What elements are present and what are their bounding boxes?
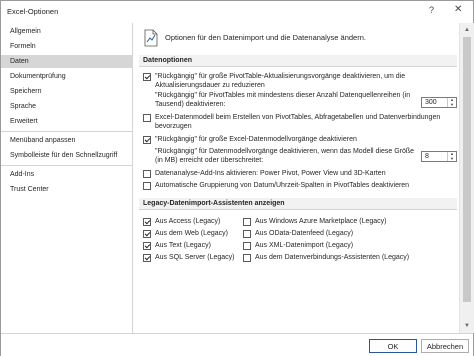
scroll-up-icon[interactable]: ▲ <box>462 25 472 35</box>
dialog-footer: OK Abbrechen <box>1 333 473 356</box>
checkbox-legacy-access[interactable] <box>143 218 151 226</box>
help-icon[interactable]: ? <box>429 5 434 15</box>
sidebar-item-addins[interactable]: Add-Ins <box>1 168 132 181</box>
options-dialog: Excel-Optionen ? ✕ Allgemein Formeln Dat… <box>0 0 474 356</box>
sidebar-item-erweitert[interactable]: Erweitert <box>1 115 132 128</box>
checkbox-enable-addins[interactable] <box>143 170 151 178</box>
checkbox-legacy-xml[interactable] <box>243 242 251 250</box>
close-icon[interactable]: ✕ <box>454 4 462 15</box>
checkbox-disable-undo-pivot[interactable] <box>143 73 151 81</box>
scroll-thumb[interactable] <box>463 37 471 302</box>
options-sidebar: Allgemein Formeln Daten Dokumentprüfung … <box>1 23 133 333</box>
sidebar-item-trust-center[interactable]: Trust Center <box>1 183 132 196</box>
checkbox-legacy-azure[interactable] <box>243 218 251 226</box>
stepper-arrows-icon[interactable]: ▲ ▼ <box>447 151 456 161</box>
content-scroll-area: Optionen für den Datenimport und die Dat… <box>133 23 459 333</box>
data-options-icon <box>144 29 158 47</box>
options-content: Optionen für den Datenimport und die Dat… <box>133 23 474 333</box>
sidebar-item-dokumentpruefung[interactable]: Dokumentprüfung <box>1 70 132 83</box>
checkbox-legacy-sql-server[interactable] <box>143 254 151 262</box>
sidebar-item-daten[interactable]: Daten <box>1 55 132 68</box>
dialog-title: Excel-Optionen <box>7 7 59 16</box>
title-bar: Excel-Optionen ? ✕ <box>1 1 473 24</box>
checkbox-legacy-text[interactable] <box>143 242 151 250</box>
cancel-button[interactable]: Abbrechen <box>421 339 469 353</box>
scroll-down-icon[interactable]: ▼ <box>462 321 472 331</box>
checkbox-legacy-web[interactable] <box>143 230 151 238</box>
sidebar-item-schnellzugriff[interactable]: Symbolleiste für den Schnellzugriff <box>1 149 132 162</box>
section-legacy-import: Legacy-Datenimport-Assistenten anzeigen <box>139 198 457 210</box>
sidebar-item-sprache[interactable]: Sprache <box>1 100 132 113</box>
checkbox-legacy-connection-wizard[interactable] <box>243 254 251 262</box>
checkbox-disable-undo-datamodel[interactable] <box>143 136 151 144</box>
sidebar-item-formeln[interactable]: Formeln <box>1 40 132 53</box>
sidebar-divider <box>1 165 132 166</box>
datamodel-size-stepper[interactable]: 8 ▲ ▼ <box>421 151 457 162</box>
stepper-arrows-icon[interactable]: ▲ ▼ <box>447 97 456 107</box>
sidebar-divider <box>1 131 132 132</box>
sidebar-item-speichern[interactable]: Speichern <box>1 85 132 98</box>
vertical-scrollbar[interactable]: ▲ ▼ <box>459 23 474 333</box>
page-intro: Optionen für den Datenimport und die Dat… <box>165 33 366 42</box>
checkbox-disable-autogroup[interactable] <box>143 182 151 190</box>
pivot-rows-stepper[interactable]: 300 ▲ ▼ <box>421 97 457 108</box>
checkbox-legacy-odata[interactable] <box>243 230 251 238</box>
sidebar-item-menueband[interactable]: Menüband anpassen <box>1 134 132 147</box>
checkbox-prefer-datamodel[interactable] <box>143 114 151 122</box>
sidebar-item-allgemein[interactable]: Allgemein <box>1 25 132 38</box>
section-datenoptionen: Datenoptionen <box>139 55 457 67</box>
ok-button[interactable]: OK <box>369 339 417 353</box>
